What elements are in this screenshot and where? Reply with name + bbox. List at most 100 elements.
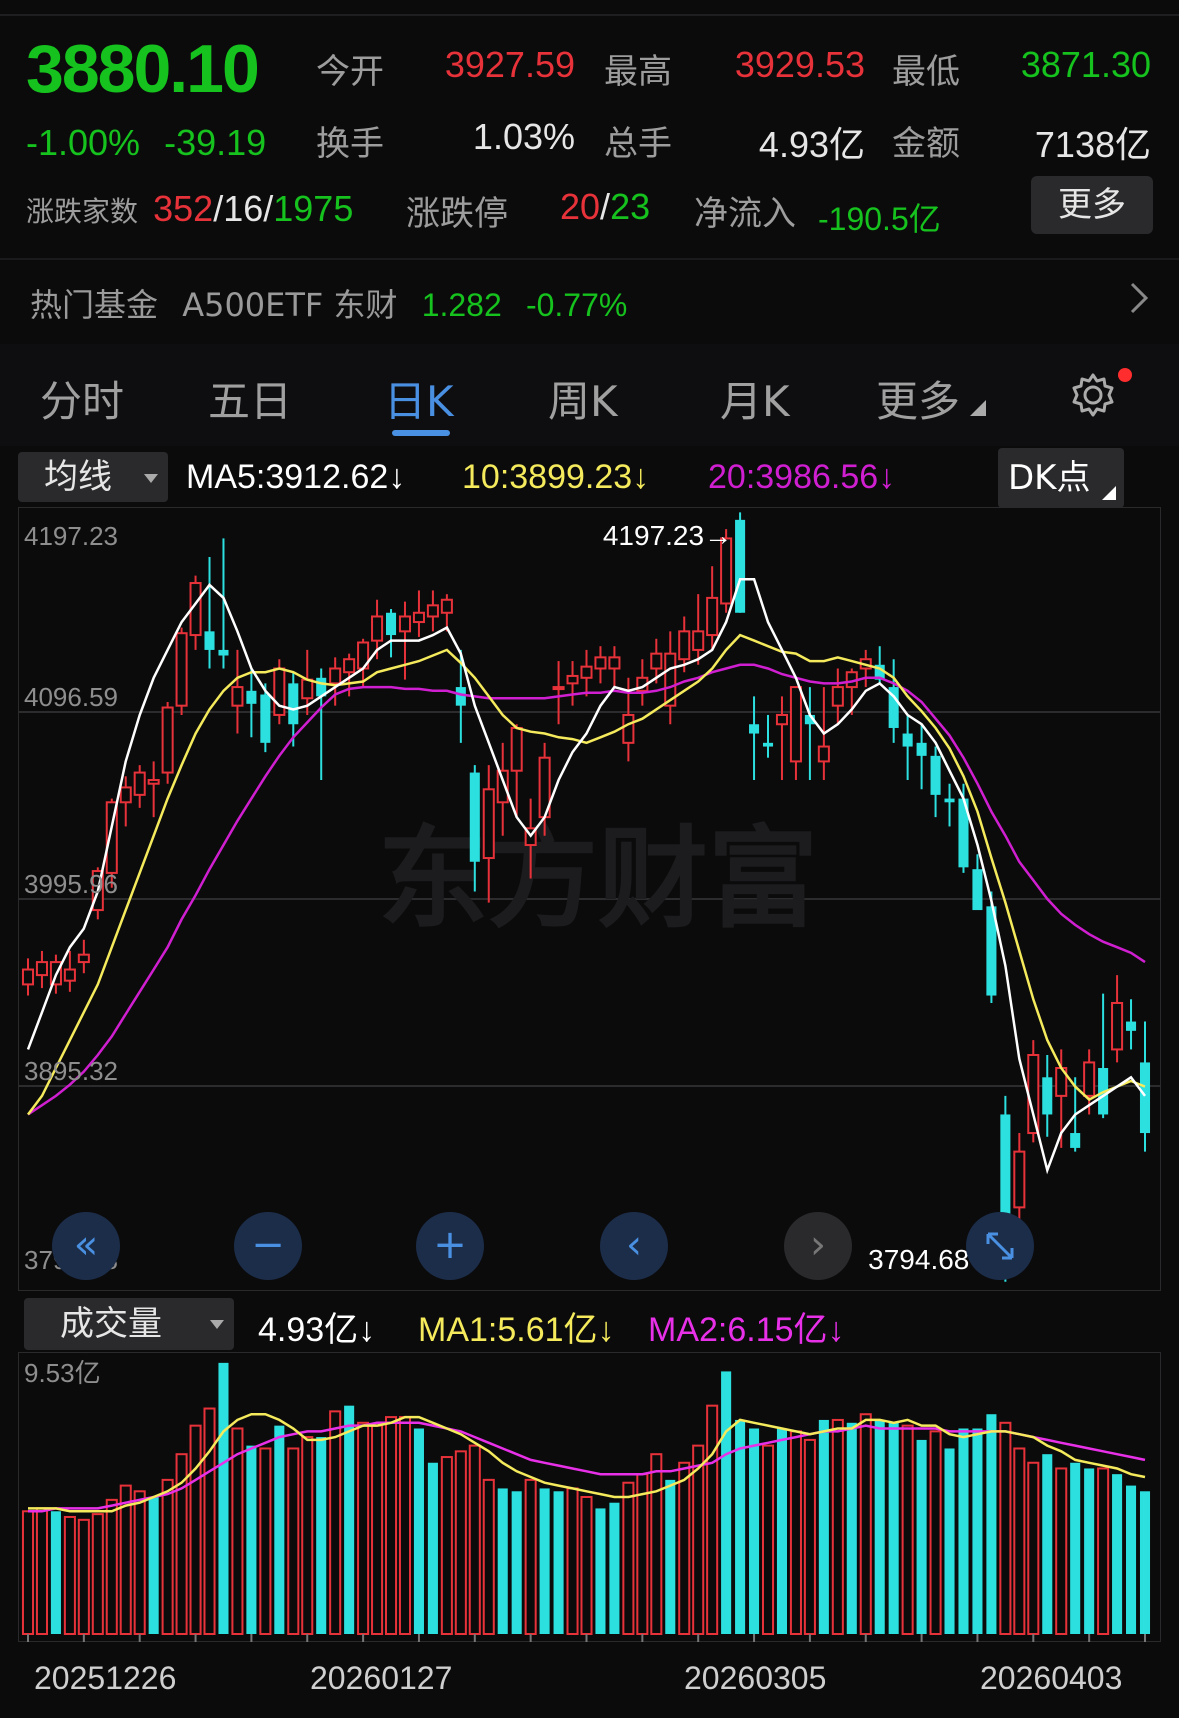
volume-selector-label: 成交量 [60,1304,162,1344]
volume-bar-up [859,1413,872,1635]
turnover-label: 换手 [316,124,384,164]
volume-bar-up [789,1430,802,1636]
candle-up [1027,1054,1040,1135]
tab-five-day[interactable]: 五日 [208,368,292,429]
double-chevron-left-icon: « [73,1222,99,1268]
limit-label: 涨跌停 [406,194,508,234]
volume-bar-down [944,1448,955,1634]
hot-fund-change: -0.77% [525,287,628,323]
candle-up [231,686,244,707]
candle-down [1042,1077,1053,1115]
dk-point-label: DK点 [1008,458,1091,498]
breadth-flat: 16 [223,188,264,229]
limit-down: 23 [610,186,651,227]
candle-up [21,968,35,986]
volume-value: 4.93亿 [758,124,865,165]
candle-up [175,632,188,707]
volume-bar-down [1126,1485,1137,1634]
volume-bar-up [999,1421,1012,1635]
fullscreen-button[interactable] [966,1212,1034,1280]
low-label: 最低 [892,52,960,92]
volume-bar-down [888,1422,899,1634]
candle-up [678,630,691,661]
corner-triangle-icon [970,400,986,416]
volume-bar-up [77,1518,90,1636]
volume-bar-up [1027,1461,1040,1635]
volume-ma2: MA2:6.15亿↓ [648,1311,845,1349]
amount-label: 金额 [892,124,960,164]
volume-bar-up [1013,1447,1026,1635]
candle-up [412,611,425,624]
tab-more[interactable]: 更多 [876,368,960,429]
volume-bar-down [1042,1454,1053,1634]
date-label-2: 20260127 [310,1660,453,1696]
ma5-legend: MA5:3912.62↓ [186,458,406,496]
breadth-row: 涨跌家数 352/16/1975 [26,188,354,229]
change-percent: -1.00% [26,122,141,163]
dropdown-icon [210,1320,224,1329]
volume-bar-up [901,1424,914,1635]
zoom-out-button[interactable]: − [234,1212,302,1280]
date-label-4: 20260403 [980,1660,1123,1696]
tab-weekly-k[interactable]: 周K [548,368,618,429]
pan-left-button[interactable]: ‹ [600,1212,668,1280]
volume-selector[interactable]: 成交量 [24,1298,234,1350]
volume-bar-up [468,1444,481,1635]
volume-bar-down [776,1428,788,1634]
zoom-in-button[interactable]: + [416,1212,484,1280]
candle-down [455,687,466,706]
active-tab-indicator [392,430,450,436]
section-divider [0,258,1179,260]
ma10-legend: 10:3899.23↓ [462,458,650,496]
breadth-down: 1975 [273,188,354,229]
hot-fund-name: A500ETF 东财 [182,286,398,324]
volume-bar-up [357,1421,370,1635]
candle-down [385,612,397,636]
candle-up [35,961,48,977]
y-axis-label: 3895.32 [24,1056,118,1086]
plus-icon: + [433,1222,467,1268]
candle-up [161,706,174,774]
candle-up [706,596,719,637]
candle-up [371,615,384,642]
candle-up [580,665,593,679]
limit-up: 20 [560,186,601,227]
gear-icon[interactable] [1070,372,1116,418]
pan-right-button[interactable]: › [784,1212,852,1280]
y-axis-label: 4197.23 [24,521,118,551]
volume-bar-down [665,1479,676,1634]
candle-up [692,630,705,651]
chevron-right-icon[interactable] [1126,278,1152,318]
open-label: 今开 [316,52,384,92]
volume-bar-up [524,1478,537,1636]
candle-up [329,667,342,685]
breadth-label: 涨跌家数 [26,195,139,228]
kline-chart[interactable]: 东方财富 4197.234096.593995.963895.323794.68… [18,507,1161,1291]
volume-bar-down [148,1497,159,1634]
volume-bar-up [259,1447,272,1635]
volume-bar-down [986,1414,997,1634]
candle-up [1013,1150,1026,1209]
hot-fund-row[interactable]: 热门基金 A500ETF 东财 1.282 -0.77% [30,280,627,326]
dk-point-button[interactable]: DK点 [998,448,1124,508]
candle-up [775,713,789,726]
volume-label: 总手 [604,124,672,164]
volume-chart[interactable]: 9.53亿 [18,1352,1161,1652]
candle-down [944,798,955,803]
volume-bar-down [749,1428,760,1634]
volume-bar-down [413,1428,424,1634]
candle-up [608,656,621,670]
more-button[interactable]: 更多 [1031,176,1153,234]
tab-intraday[interactable]: 分时 [40,368,124,429]
volume-bar-down [818,1419,829,1634]
volume-current: 4.93亿↓ [258,1311,376,1349]
candle-up [119,786,132,804]
volume-bar-up [301,1436,314,1635]
tab-monthly-k[interactable]: 月K [720,368,790,429]
jump-start-button[interactable]: « [52,1212,120,1280]
change-absolute: -39.19 [164,122,267,163]
volume-bar-up [398,1416,412,1635]
ma-selector[interactable]: 均线 [18,452,168,502]
watermark: 东方财富 [378,818,818,941]
tab-daily-k[interactable]: 日K [384,368,454,429]
